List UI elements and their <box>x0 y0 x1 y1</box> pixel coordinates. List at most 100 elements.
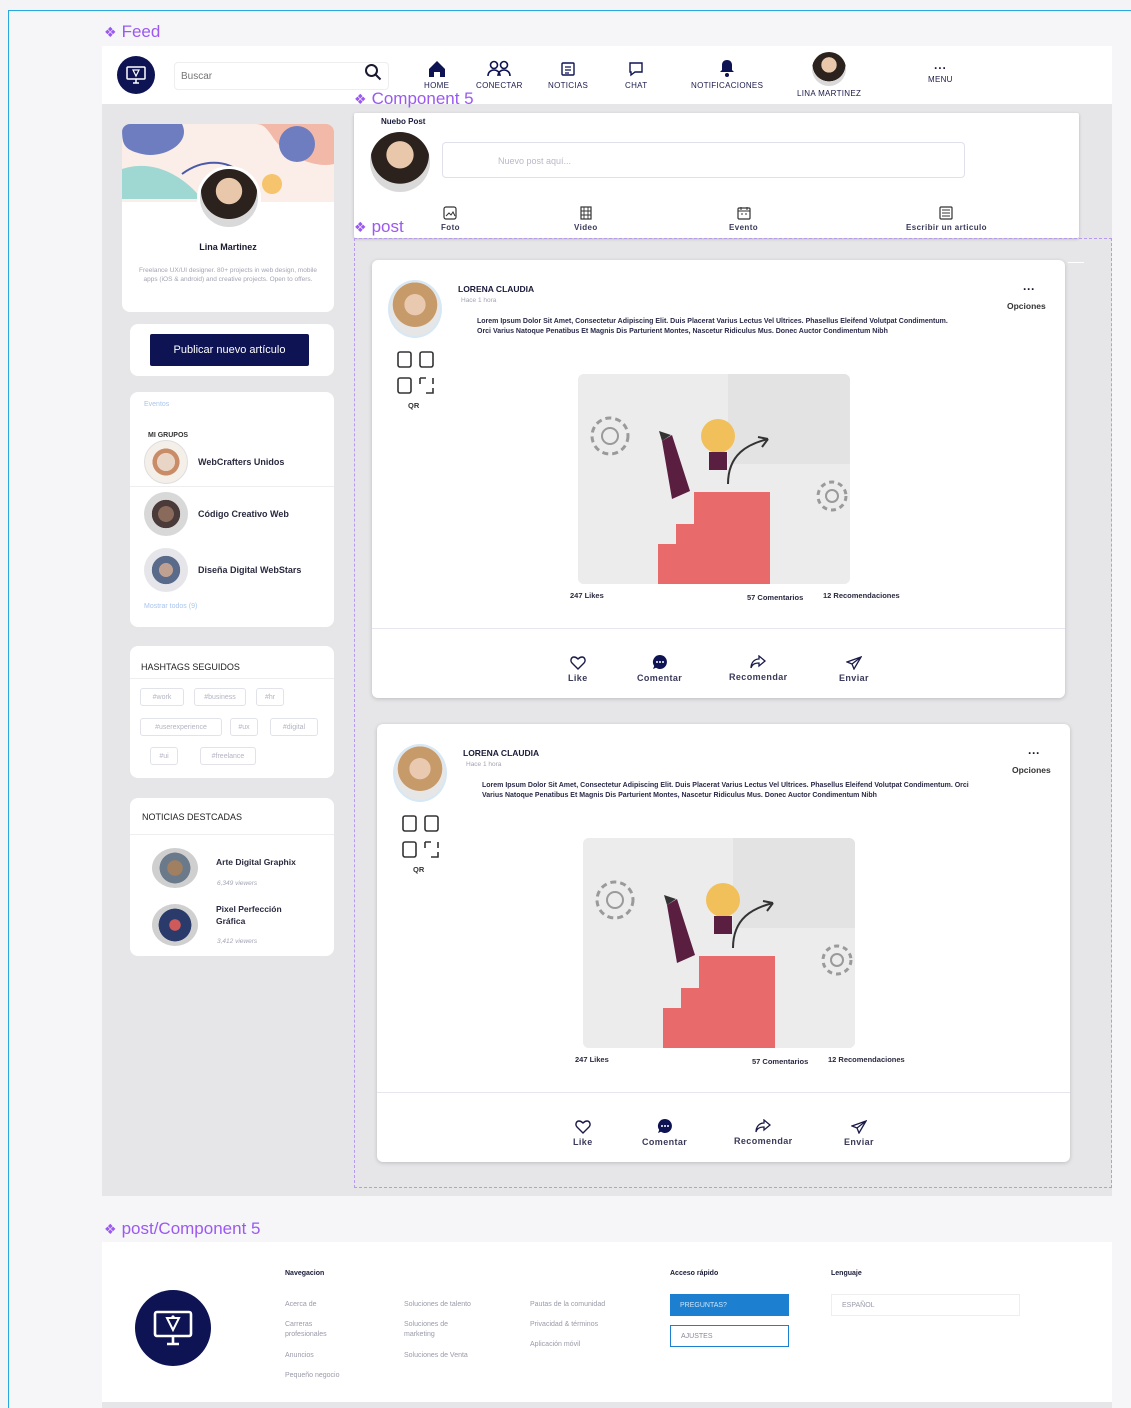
component-diamond-icon: ❖ <box>354 218 367 235</box>
news-thumbnail[interactable] <box>152 848 198 888</box>
nav-menu[interactable]: ··· MENU <box>928 61 953 84</box>
home-icon <box>428 61 445 77</box>
heart-icon <box>570 656 586 670</box>
group-item[interactable]: Código Creativo Web <box>144 492 289 536</box>
hashtag-chip[interactable]: #freelance <box>200 747 256 765</box>
post-options[interactable]: Opciones <box>1007 301 1046 311</box>
send-button[interactable]: Enviar <box>839 656 869 683</box>
monitor-logo-icon[interactable] <box>135 1290 211 1366</box>
news-meta: 3,412 viewers <box>217 938 258 945</box>
hashtag-chip[interactable]: #ux <box>230 718 258 736</box>
hashtag-chip[interactable]: #digital <box>270 718 318 736</box>
component-diamond-icon: ❖ <box>354 90 367 107</box>
footer-nav-heading: Navegacion <box>285 1270 325 1277</box>
more-dots-icon[interactable]: ··· <box>1023 283 1035 295</box>
language-select[interactable]: ESPAÑOL <box>831 1294 1020 1316</box>
post-author[interactable]: LORENA CLAUDIA <box>463 748 539 758</box>
qr-label: QR <box>408 401 420 410</box>
show-all-groups-link[interactable]: Mostrar todos (9) <box>144 603 197 610</box>
search-icon[interactable] <box>364 63 382 86</box>
footer-link[interactable]: Soluciones de marketing <box>404 1320 474 1340</box>
footer-link[interactable]: Pequeño negocio <box>285 1371 340 1381</box>
like-button[interactable]: Like <box>573 1120 593 1147</box>
recommendations-count[interactable]: 12 Recomendaciones <box>828 1055 905 1064</box>
post-image[interactable] <box>578 374 850 584</box>
news-thumbnail[interactable] <box>152 904 198 946</box>
calendar-icon <box>736 207 751 220</box>
footer-link[interactable]: Anuncios <box>285 1351 314 1361</box>
footer-link[interactable]: Aplicación móvil <box>530 1340 580 1350</box>
nav-noticias[interactable]: NOTICIAS <box>548 60 588 90</box>
comment-icon <box>652 654 667 669</box>
nav-profile[interactable]: LINA MARTINEZ <box>797 52 861 98</box>
component-diamond-icon: ❖ <box>104 23 117 40</box>
nav-chat[interactable]: CHAT <box>625 60 647 90</box>
qr-icon[interactable] <box>401 814 443 865</box>
qr-icon[interactable] <box>396 350 438 401</box>
recommend-button[interactable]: Recomendar <box>734 1119 793 1146</box>
footer-link[interactable]: Acerca de <box>285 1300 317 1310</box>
nav-home[interactable]: HOME <box>424 60 449 90</box>
profile-card: Lina Martinez Freelance UX/UI designer. … <box>122 124 334 312</box>
hashtag-chip[interactable]: #business <box>194 688 246 706</box>
likes-count[interactable]: 247 Likes <box>575 1055 609 1064</box>
author-avatar[interactable] <box>388 280 442 338</box>
more-dots-icon: ··· <box>933 61 947 75</box>
search-input[interactable] <box>174 62 389 90</box>
group-avatar <box>144 440 188 484</box>
photo-action[interactable]: Foto <box>441 206 460 232</box>
write-article-action[interactable]: Escribir un articulo <box>906 206 987 232</box>
event-action[interactable]: Evento <box>729 206 758 232</box>
qr-label: QR <box>413 865 425 874</box>
news-title[interactable]: Pixel Perfección Gráfica <box>216 903 306 927</box>
hashtag-chip[interactable]: #work <box>140 688 184 706</box>
news-title[interactable]: Arte Digital Graphix <box>216 857 296 867</box>
new-post-input[interactable]: Nuevo post aquí... <box>442 142 965 178</box>
connect-icon <box>487 60 512 77</box>
like-button[interactable]: Like <box>568 656 588 683</box>
footer-link[interactable]: Soluciones de Venta <box>404 1351 468 1361</box>
publish-article-button[interactable]: Publicar nuevo artículo <box>150 334 309 366</box>
comments-count[interactable]: 57 Comentarios <box>747 593 803 602</box>
user-avatar <box>370 132 430 192</box>
comments-count[interactable]: 57 Comentarios <box>752 1057 808 1066</box>
recommendations-count[interactable]: 12 Recomendaciones <box>823 591 900 600</box>
post-body: Lorem Ipsum Dolor Sit Amet, Consectetur … <box>477 318 948 335</box>
hashtag-chip[interactable]: #ui <box>150 747 178 765</box>
footer-link[interactable]: Pautas de la comunidad <box>530 1300 605 1310</box>
post-author[interactable]: LORENA CLAUDIA <box>458 284 534 294</box>
nav-conectar[interactable]: CONECTAR <box>476 60 523 90</box>
hashtag-chip[interactable]: #hr <box>256 688 284 706</box>
monitor-logo-icon[interactable] <box>117 56 155 94</box>
quick-access-heading: Acceso rápido <box>670 1270 719 1277</box>
divider <box>372 628 1065 629</box>
post-options[interactable]: Opciones <box>1012 765 1051 775</box>
footer-link[interactable]: Soluciones de talento <box>404 1300 471 1310</box>
footer-link[interactable]: Carreras profesionales <box>285 1320 355 1340</box>
news-icon <box>561 62 575 76</box>
article-icon <box>939 206 954 220</box>
questions-button[interactable]: PREGUNTAS? <box>670 1294 789 1316</box>
bottom-strip <box>102 1402 1112 1408</box>
recommend-button[interactable]: Recomendar <box>729 655 788 682</box>
events-link[interactable]: Eventos <box>144 401 169 408</box>
footer-link[interactable]: Privacidad & términos <box>530 1320 598 1330</box>
video-action[interactable]: Video <box>574 206 598 232</box>
publish-card: Publicar nuevo artículo <box>130 324 334 376</box>
hashtag-chip[interactable]: #userexperience <box>140 718 222 736</box>
hashtags-card: HASHTAGS SEGUIDOS #work #business #hr #u… <box>130 646 334 778</box>
send-button[interactable]: Enviar <box>844 1120 874 1147</box>
hashtags-heading: HASHTAGS SEGUIDOS <box>141 662 240 672</box>
comment-button[interactable]: Comentar <box>637 654 682 683</box>
nav-notificaciones[interactable]: NOTIFICACIONES <box>691 58 763 90</box>
more-dots-icon[interactable]: ··· <box>1028 747 1040 759</box>
group-item[interactable]: WebCrafters Unidos <box>144 440 284 484</box>
post-image[interactable] <box>583 838 855 1048</box>
settings-button[interactable]: AJUSTES <box>670 1325 789 1347</box>
likes-count[interactable]: 247 Likes <box>570 591 604 600</box>
profile-avatar[interactable] <box>197 166 261 230</box>
comment-button[interactable]: Comentar <box>642 1118 687 1147</box>
author-avatar[interactable] <box>393 744 447 802</box>
new-post-title: Nuebo Post <box>381 117 426 126</box>
group-item[interactable]: Diseña Digital WebStars <box>144 548 301 592</box>
